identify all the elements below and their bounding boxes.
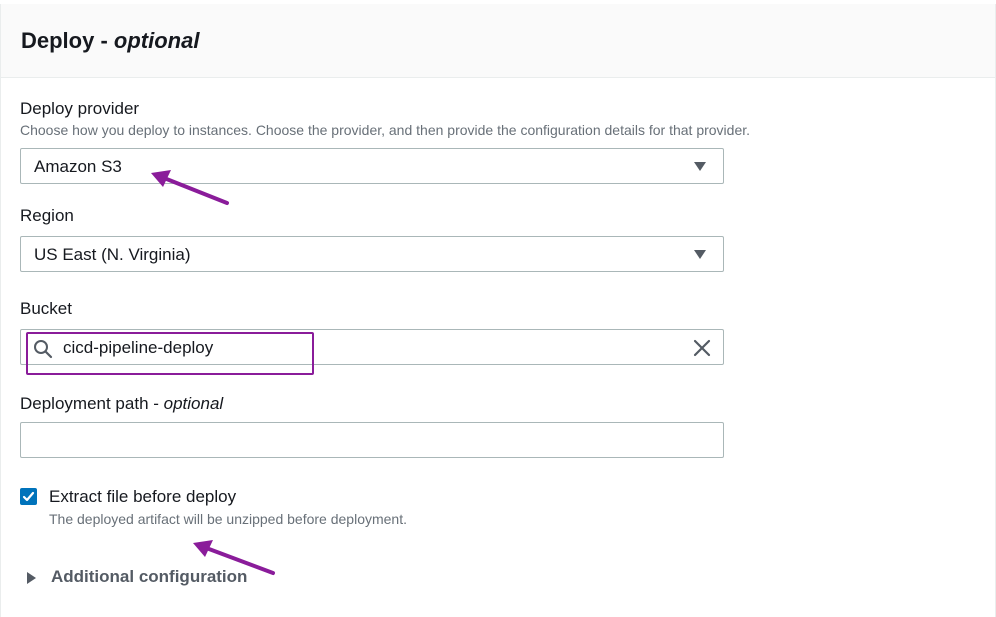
deployment-path-label: Deployment path - optional	[20, 394, 224, 413]
deploy-provider-description: Choose how you deploy to instances. Choo…	[20, 122, 751, 138]
close-icon[interactable]	[693, 339, 711, 357]
bucket-annotation-box	[26, 332, 314, 375]
caret-down-icon	[694, 162, 706, 171]
deploy-provider-label: Deploy provider	[20, 99, 140, 118]
caret-right-icon	[27, 572, 36, 584]
region-label: Region	[20, 206, 74, 225]
extract-checkbox[interactable]	[20, 488, 37, 505]
check-icon	[22, 491, 35, 502]
section-header: Deploy - optional	[1, 4, 995, 78]
extract-description: The deployed artifact will be unzipped b…	[49, 511, 407, 527]
optional-tag: optional	[163, 394, 224, 413]
extract-label[interactable]: Extract file before deploy	[49, 487, 236, 507]
region-value: US East (N. Virginia)	[34, 245, 191, 264]
annotation-arrow	[151, 170, 229, 205]
caret-down-icon	[694, 250, 706, 259]
section-title: Deploy - optional	[21, 28, 200, 53]
deploy-provider-value: Amazon S3	[34, 157, 122, 176]
deployment-path-input[interactable]	[20, 422, 724, 458]
annotation-arrow	[193, 540, 275, 575]
bucket-label: Bucket	[20, 299, 72, 318]
deploy-provider-select[interactable]: Amazon S3	[20, 148, 724, 184]
region-select[interactable]: US East (N. Virginia)	[20, 236, 724, 272]
optional-tag: optional	[113, 28, 200, 53]
